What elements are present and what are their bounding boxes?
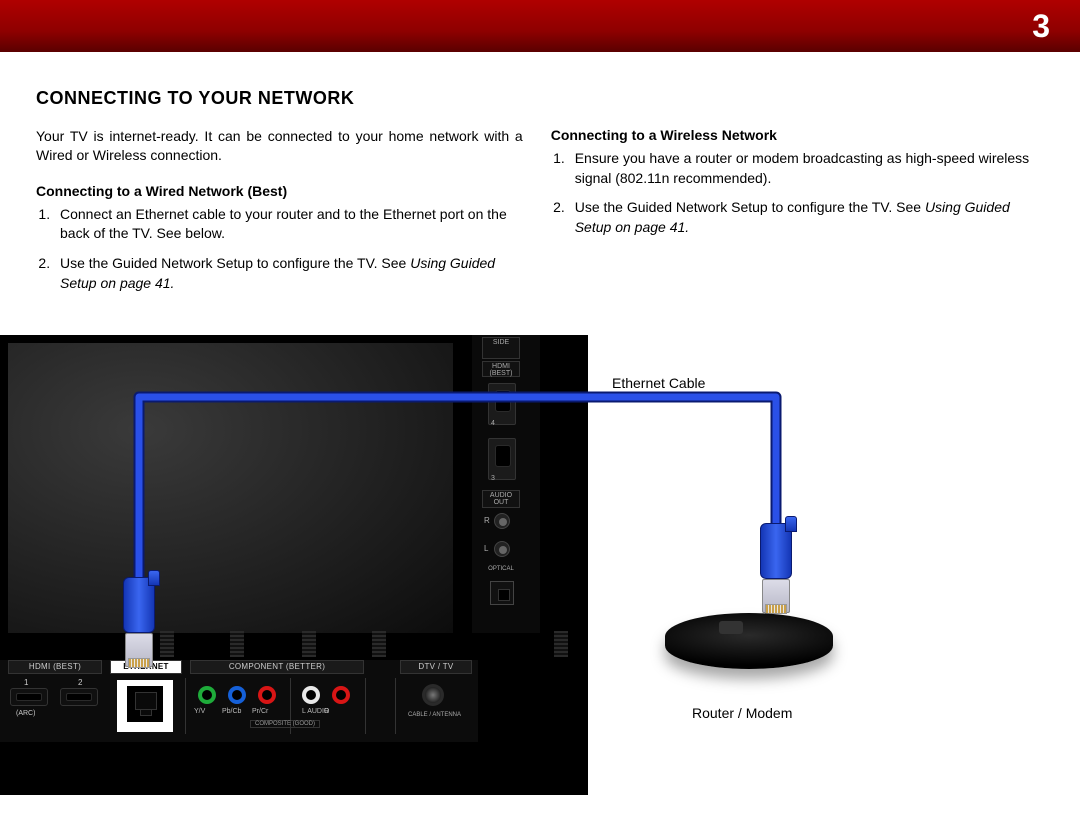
audio-r-letter: R [484,516,490,525]
wired-heading: Connecting to a Wired Network (Best) [36,183,523,199]
router-badge-icon [719,621,743,634]
audio-l-letter: L [484,544,488,553]
wired-steps: Connect an Ethernet cable to your router… [54,205,523,293]
side-section-label: SIDE [482,337,520,359]
bottom-hdmi-label: HDMI (BEST) [8,660,102,674]
yv-label: Y/V [194,708,205,715]
tv-side-ports: SIDE HDMI (BEST) 4 3 AUDIO OUT R L OPTIC… [472,335,540,633]
wired-step-2: Use the Guided Network Setup to configur… [54,254,523,293]
component-pr-jack [258,686,276,704]
hdmi2-num: 2 [78,678,82,687]
wired-step2-text: Use the Guided Network Setup to configur… [60,255,410,271]
audio-r-jack [332,686,350,704]
page-number: 3 [1032,8,1050,45]
body-content: Connecting To Your Network Your TV is in… [0,52,1080,303]
audio-out-label: AUDIO OUT [482,490,520,508]
hdmi1-num: 1 [24,678,28,687]
raudio-label: R [324,708,329,715]
hdmi-best-label: HDMI (BEST) [482,361,520,377]
optical-label: OPTICAL [482,565,520,577]
standoff-icon [230,631,244,657]
right-column: Connecting to a Wireless Network Ensure … [551,127,1038,303]
rj45-plug-router-side [756,473,796,579]
hdmi-port-2 [60,688,98,706]
ethernet-jack-highlight [117,680,173,732]
audio-out-l-jack [494,541,510,557]
wireless-step-1: Ensure you have a router or modem broadc… [569,149,1038,188]
component-pb-jack [228,686,246,704]
optical-port [490,581,514,605]
wireless-step2-text: Use the Guided Network Setup to configur… [575,199,925,215]
hdmi-port-4: 4 [488,383,516,425]
standoff-icon [372,631,386,657]
coax-port [422,684,444,706]
prcr-label: Pr/Cr [252,708,268,715]
hdmi-4-num: 4 [491,420,495,427]
arc-label: (ARC) [16,710,35,717]
intro-text: Your TV is internet-ready. It can be con… [36,127,523,165]
audio-out-r-jack [494,513,510,529]
hdmi-port-1 [10,688,48,706]
standoff-icon [554,631,568,657]
router-modem-illustration [665,613,833,669]
component-y-jack [198,686,216,704]
pbcb-label: Pb/Cb [222,708,241,715]
tv-rear-panel: SIDE HDMI (BEST) 4 3 AUDIO OUT R L OPTIC… [0,335,588,795]
ethernet-cable-label: Ethernet Cable [612,375,705,391]
wireless-heading: Connecting to a Wireless Network [551,127,1038,143]
dtv-tv-label: DTV / TV [400,660,472,674]
left-column: Your TV is internet-ready. It can be con… [36,127,523,303]
router-modem-label: Router / Modem [692,705,792,721]
tv-bottom-port-panel: HDMI (BEST) ETHERNET COMPONENT (BETTER) … [0,660,478,742]
audio-l-jack [302,686,320,704]
red-header-bar: 3 [0,0,1080,52]
rj45-plug-tv-side [119,527,159,633]
composite-good-label: COMPOSITE (GOOD) [250,720,320,728]
wireless-step-2: Use the Guided Network Setup to configur… [569,198,1038,237]
tv-back-surface [8,343,453,633]
standoff-icon [160,631,174,657]
hdmi-port-3: 3 [488,438,516,480]
section-heading: Connecting To Your Network [36,88,1050,109]
standoff-icon [302,631,316,657]
ethernet-jack-icon [127,686,163,722]
component-label: COMPONENT (BETTER) [190,660,364,674]
cable-antenna-label: CABLE / ANTENNA [408,712,461,719]
hdmi-3-num: 3 [491,475,495,482]
connection-diagram: SIDE HDMI (BEST) 4 3 AUDIO OUT R L OPTIC… [0,335,1080,835]
wired-step-1: Connect an Ethernet cable to your router… [54,205,523,244]
wireless-steps: Ensure you have a router or modem broadc… [569,149,1038,237]
